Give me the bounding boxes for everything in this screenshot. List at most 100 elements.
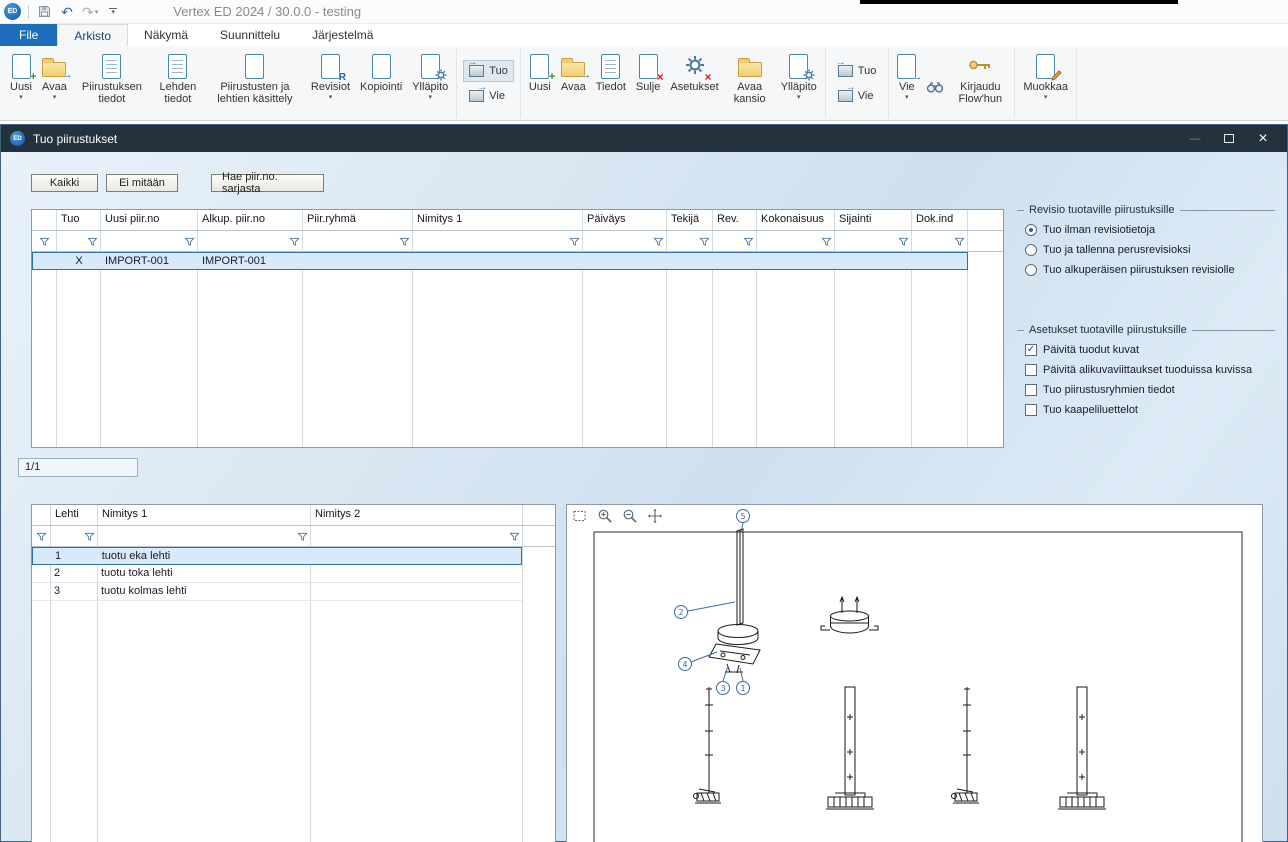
filter-cell[interactable] bbox=[310, 526, 522, 546]
column-header[interactable]: Dok.ind bbox=[911, 210, 967, 230]
filter-cell[interactable] bbox=[756, 231, 834, 251]
filter-cell[interactable] bbox=[56, 231, 100, 251]
undo-button[interactable]: ↶ bbox=[59, 3, 75, 21]
dialog-titlebar[interactable]: ED Tuo piirustukset — × bbox=[1, 125, 1287, 152]
filter-cell[interactable] bbox=[834, 231, 911, 251]
customize-qat-button[interactable]: ▾ bbox=[105, 3, 121, 21]
filter-cell[interactable] bbox=[97, 526, 310, 546]
radio-import-without-revisions[interactable]: Tuo ilman revisiotietoja bbox=[1025, 224, 1275, 236]
chevron-down-icon: ▾ bbox=[329, 93, 333, 102]
open-drawing-button[interactable]: → Avaa ▾ bbox=[37, 49, 72, 102]
filter-cell[interactable] bbox=[100, 231, 197, 251]
chevron-down-icon: ▾ bbox=[95, 8, 99, 16]
close-project-button[interactable]: × Sulje bbox=[631, 49, 665, 102]
checkbox-update-subpicture-references[interactable]: Päivitä alikuvaviittaukset tuoduissa kuv… bbox=[1025, 364, 1275, 376]
table-row-selected[interactable]: X IMPORT-001 IMPORT-001 bbox=[32, 252, 968, 270]
minimize-button[interactable]: — bbox=[1180, 128, 1210, 150]
open-folder-button[interactable]: Avaa kansio bbox=[724, 49, 776, 114]
export-button[interactable]: → Vie bbox=[463, 85, 514, 107]
filter-cell[interactable] bbox=[32, 231, 56, 251]
filter-cell[interactable] bbox=[582, 231, 666, 251]
sheet-row-selected[interactable]: 1 tuotu eka lehti bbox=[32, 547, 522, 565]
login-flow-button[interactable]: Kirjaudu Flow'hun bbox=[949, 49, 1011, 114]
find-button[interactable] bbox=[921, 49, 949, 105]
checkbox-import-cable-lists[interactable]: Tuo kaapeliluettelot bbox=[1025, 404, 1275, 416]
tab-file[interactable]: File bbox=[0, 24, 57, 46]
column-header[interactable]: Sijainti bbox=[834, 210, 911, 230]
zoom-out-button[interactable] bbox=[621, 507, 639, 525]
pan-icon bbox=[647, 508, 663, 524]
import-button[interactable]: → Tuo bbox=[463, 60, 514, 82]
tab-nakyma[interactable]: Näkymä bbox=[128, 24, 204, 46]
column-header[interactable]: Tekijä bbox=[666, 210, 712, 230]
save-button[interactable] bbox=[36, 3, 52, 21]
drawing-info-button[interactable]: Piirustuksen tiedot bbox=[72, 49, 152, 114]
copy-button[interactable]: Kopiointi bbox=[355, 49, 407, 102]
project-info-button[interactable]: Tiedot bbox=[591, 49, 631, 102]
export-icon: → bbox=[838, 90, 853, 102]
sheet-info-button[interactable]: Lehden tiedot bbox=[152, 49, 204, 114]
filter-icon bbox=[509, 531, 520, 542]
column-header[interactable]: Nimitys 2 bbox=[310, 505, 522, 525]
checkbox-icon bbox=[1025, 404, 1037, 416]
app-icon[interactable]: ED bbox=[4, 3, 21, 20]
column-header[interactable]: Rev. bbox=[712, 210, 756, 230]
filter-icon bbox=[289, 236, 300, 247]
checkbox-update-imported-pictures[interactable]: ✓ Päivitä tuodut kuvat bbox=[1025, 344, 1275, 356]
radio-icon bbox=[1025, 244, 1037, 256]
column-header[interactable]: Alkup. piir.no bbox=[197, 210, 302, 230]
sheet-row[interactable]: 3 tuotu kolmas lehti bbox=[32, 583, 522, 601]
select-none-button[interactable]: Ei mitään bbox=[106, 174, 178, 192]
checkbox-icon bbox=[1025, 384, 1037, 396]
select-all-button[interactable]: Kaikki bbox=[31, 174, 98, 192]
redo-icon: ↷ bbox=[82, 5, 94, 19]
sheet-row[interactable]: 2 tuotu toka lehti bbox=[32, 565, 522, 583]
column-header[interactable]: Piir.ryhmä bbox=[302, 210, 412, 230]
filter-cell[interactable] bbox=[666, 231, 712, 251]
filter-cell[interactable] bbox=[712, 231, 756, 251]
radio-save-as-base-revision[interactable]: Tuo ja tallenna perusrevisioksi bbox=[1025, 244, 1275, 256]
maximize-button[interactable] bbox=[1214, 128, 1244, 150]
close-button[interactable]: × bbox=[1248, 128, 1278, 150]
filter-cell[interactable] bbox=[32, 526, 50, 546]
filter-icon bbox=[743, 236, 754, 247]
new-document-icon: + bbox=[12, 54, 31, 79]
zoom-in-button[interactable] bbox=[596, 507, 614, 525]
drawing-preview-panel: 5 2 4 3 1 bbox=[566, 504, 1263, 842]
settings-button[interactable]: × Asetukset bbox=[665, 49, 723, 102]
maintenance2-button[interactable]: Ylläpito ▾ bbox=[776, 49, 822, 102]
filter-cell[interactable] bbox=[412, 231, 582, 251]
filter-icon bbox=[36, 531, 47, 542]
search-series-button[interactable]: Hae piir.no. sarjasta bbox=[211, 174, 324, 192]
checkbox-import-drawing-group-info[interactable]: Tuo piirustusryhmien tiedot bbox=[1025, 384, 1275, 396]
filter-cell[interactable] bbox=[197, 231, 302, 251]
ribbon: + Uusi ▾ → Avaa ▾ Piirustuksen tiedot Le… bbox=[0, 46, 1288, 121]
column-header[interactable]: Nimitys 1 bbox=[97, 505, 310, 525]
tab-suunnittelu[interactable]: Suunnittelu bbox=[204, 24, 296, 46]
open-project-button[interactable]: → Avaa bbox=[556, 49, 591, 102]
column-header[interactable]: Tuo bbox=[56, 210, 100, 230]
filter-cell[interactable] bbox=[911, 231, 967, 251]
column-header[interactable]: Kokonaisuus bbox=[756, 210, 834, 230]
manage-drawings-sheets-button[interactable]: Piirustusten ja lehtien käsittely bbox=[204, 49, 306, 114]
import-button[interactable]: → Tuo bbox=[832, 60, 883, 82]
tab-arkisto[interactable]: Arkisto bbox=[57, 24, 128, 46]
column-header[interactable]: Lehti bbox=[50, 505, 97, 525]
new-drawing-button[interactable]: + Uusi ▾ bbox=[5, 49, 37, 102]
maintenance-button[interactable]: Ylläpito ▾ bbox=[407, 49, 453, 102]
pan-button[interactable] bbox=[646, 507, 664, 525]
filter-cell[interactable] bbox=[50, 526, 97, 546]
column-header[interactable]: Uusi piir.no bbox=[100, 210, 197, 230]
export-button[interactable]: → Vie bbox=[832, 85, 883, 107]
column-header[interactable]: Nimitys 1 bbox=[412, 210, 582, 230]
tab-jarjestelma[interactable]: Järjestelmä bbox=[296, 24, 389, 46]
radio-original-drawing-revision[interactable]: Tuo alkuperäisen piirustuksen revisiolle bbox=[1025, 264, 1275, 276]
revisions-button[interactable]: R Revisiot ▾ bbox=[306, 49, 355, 102]
zoom-window-button[interactable] bbox=[571, 507, 589, 525]
export-large-button[interactable]: → Vie ▾ bbox=[892, 49, 921, 102]
column-header[interactable]: Päiväys bbox=[582, 210, 666, 230]
redo-button[interactable]: ↷▾ bbox=[82, 3, 98, 21]
new-project-button[interactable]: + Uusi bbox=[524, 49, 556, 102]
filter-cell[interactable] bbox=[302, 231, 412, 251]
edit-button[interactable]: Muokkaa ▾ bbox=[1018, 49, 1073, 102]
